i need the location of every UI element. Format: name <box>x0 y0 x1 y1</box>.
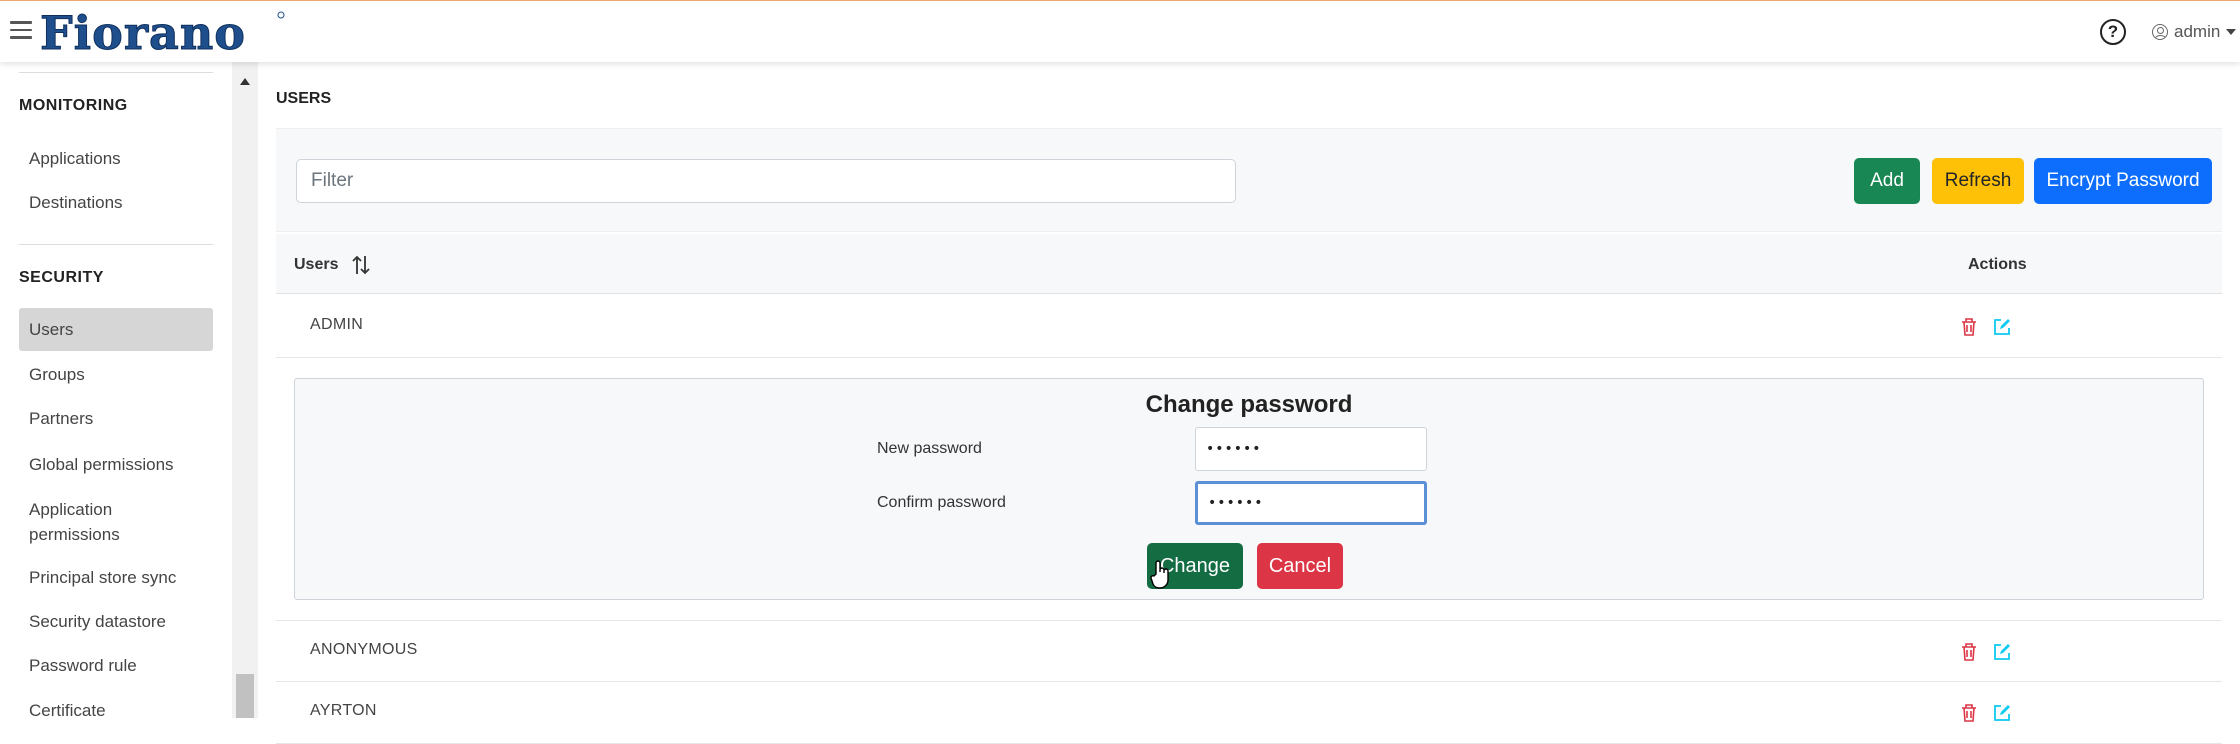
sort-icon[interactable] <box>350 254 372 276</box>
scrollbar-thumb[interactable] <box>236 674 254 718</box>
change-password-title: Change password <box>1145 391 1353 418</box>
sidebar: MONITORING Applications Destinations SEC… <box>0 62 258 720</box>
new-password-label: New password <box>877 440 982 457</box>
top-navbar: Fiorano ? admin <box>0 0 2240 62</box>
column-header-actions: Actions <box>1968 256 2027 273</box>
fiorano-logo[interactable]: Fiorano <box>40 7 290 55</box>
table-header: Users Actions <box>276 234 2222 294</box>
sidebar-scrollbar[interactable] <box>232 62 258 718</box>
trash-icon[interactable] <box>1960 317 1978 337</box>
table-row[interactable]: ADMIN <box>276 296 2222 358</box>
sidebar-item-partners[interactable]: Partners <box>19 406 213 431</box>
logo-text: Fiorano <box>40 7 246 55</box>
user-name: admin <box>2174 22 2221 41</box>
user-name-cell: ANONYMOUS <box>310 641 418 658</box>
edit-icon[interactable] <box>1992 317 2012 337</box>
main-content: USERS Add Refresh Encrypt Password Users… <box>258 62 2240 744</box>
filter-panel: Add Refresh Encrypt Password <box>276 128 2222 232</box>
table-row[interactable]: AYRTON <box>276 682 2222 744</box>
sidebar-item-application-permissions[interactable]: Application permissions <box>19 497 189 547</box>
user-menu[interactable]: admin <box>2152 21 2237 43</box>
confirm-password-field[interactable] <box>1195 481 1427 525</box>
sidebar-divider <box>19 244 213 245</box>
sidebar-item-certificate[interactable]: Certificate <box>19 698 213 723</box>
sidebar-divider <box>19 72 213 73</box>
user-name-cell: AYRTON <box>310 702 377 719</box>
cancel-button[interactable]: Cancel <box>1257 543 1343 589</box>
help-icon[interactable]: ? <box>2100 19 2126 45</box>
page-title: USERS <box>276 90 332 107</box>
sidebar-heading-security: SECURITY <box>19 269 104 286</box>
sidebar-item-groups[interactable]: Groups <box>19 362 213 387</box>
sidebar-item-security-datastore[interactable]: Security datastore <box>19 609 213 634</box>
sidebar-item-global-permissions[interactable]: Global permissions <box>19 452 213 477</box>
column-header-users[interactable]: Users <box>294 254 372 276</box>
sidebar-item-principal-store-sync[interactable]: Principal store sync <box>19 565 213 590</box>
hamburger-menu-icon[interactable] <box>10 21 32 39</box>
sidebar-item-password-rule[interactable]: Password rule <box>19 653 213 678</box>
user-name-cell: ADMIN <box>310 316 364 333</box>
table-row[interactable]: ANONYMOUS <box>276 620 2222 682</box>
edit-icon[interactable] <box>1992 703 2012 723</box>
change-password-panel: Change password New password Confirm pas… <box>294 378 2204 600</box>
confirm-password-label: Confirm password <box>877 494 1006 511</box>
sidebar-item-applications[interactable]: Applications <box>19 146 213 171</box>
scroll-up-arrow-icon[interactable] <box>240 78 250 85</box>
encrypt-password-button[interactable]: Encrypt Password <box>2034 158 2212 204</box>
trash-icon[interactable] <box>1960 703 1978 723</box>
user-circle-icon <box>2152 24 2168 40</box>
add-button[interactable]: Add <box>1854 158 1920 204</box>
refresh-button[interactable]: Refresh <box>1932 158 2024 204</box>
edit-icon[interactable] <box>1992 642 2012 662</box>
hand-cursor-icon <box>1150 560 1169 589</box>
column-label-users: Users <box>294 256 339 273</box>
filter-input[interactable] <box>296 159 1236 203</box>
sidebar-item-destinations[interactable]: Destinations <box>19 190 213 215</box>
sidebar-item-users[interactable]: Users <box>19 308 213 351</box>
new-password-field[interactable] <box>1195 427 1427 471</box>
caret-down-icon <box>2226 29 2237 35</box>
trash-icon[interactable] <box>1960 642 1978 662</box>
sidebar-heading-monitoring: MONITORING <box>19 97 128 114</box>
